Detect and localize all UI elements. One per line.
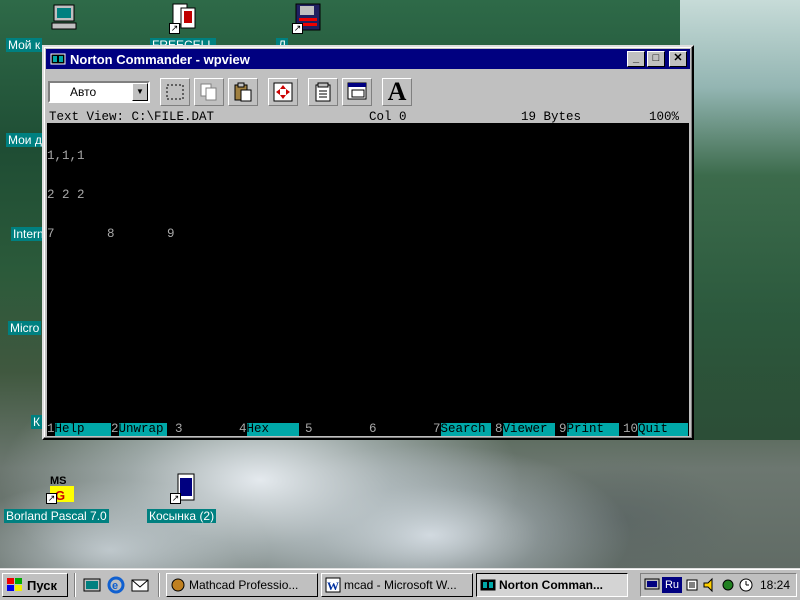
taskbar-separator (158, 573, 160, 597)
properties-button[interactable] (308, 78, 338, 106)
nc-app-icon (50, 51, 66, 67)
viewer-status-line: Text View: C:\FILE.DAT Col 0 19 Bytes 10… (47, 111, 689, 123)
svg-text:e: e (112, 580, 118, 592)
system-tray: Ru 18:24 (640, 573, 797, 597)
shortcut-arrow-icon: ↗ (169, 23, 180, 34)
window-background-icon (347, 82, 367, 100)
word-icon: W (325, 577, 341, 593)
minimize-button[interactable]: _ (627, 51, 645, 67)
language-indicator[interactable]: Ru (662, 577, 682, 593)
shortcut-arrow-icon: ↗ (292, 23, 303, 34)
shortcut-arrow-icon: ↗ (170, 493, 181, 504)
marquee-select-icon (166, 84, 184, 100)
fkey-unwrap[interactable]: 2Unwrap (111, 422, 167, 436)
task-label: mcad - Microsoft W... (344, 578, 457, 592)
show-desktop-icon[interactable] (82, 575, 102, 595)
wallpaper-tree (680, 0, 800, 440)
desktop-label-microsoft[interactable]: Micro (8, 321, 42, 335)
windows-logo-icon (7, 578, 22, 591)
desktop-label-my-docs[interactable]: Мои д (6, 133, 44, 147)
mathcad-icon (171, 578, 185, 592)
fkey-quit[interactable]: 10Quit (623, 422, 689, 436)
taskbar-clock[interactable]: 18:24 (760, 578, 790, 592)
full-screen-button[interactable] (268, 78, 298, 106)
font-button[interactable]: A (382, 77, 412, 106)
desktop-icon-my-computer[interactable] (24, 2, 104, 37)
copy-button[interactable] (194, 78, 224, 106)
full-screen-icon (273, 82, 293, 102)
tray-bug-icon[interactable] (720, 577, 736, 593)
cards-icon: ↗ (169, 2, 201, 34)
tray-network-icon[interactable] (684, 577, 700, 593)
computer-icon (48, 2, 80, 34)
status-mode: Text View: C:\FILE.DAT (49, 110, 215, 124)
copy-icon (200, 83, 217, 101)
start-label: Пуск (27, 577, 57, 593)
fkey-6[interactable]: 6 (369, 422, 427, 436)
status-column: Col 0 (369, 110, 407, 124)
properties-icon (315, 82, 331, 102)
desktop-label-k[interactable]: К (31, 415, 42, 429)
fkey-3[interactable]: 3 (175, 422, 239, 436)
desktop-label-my-computer[interactable]: Мой к (6, 38, 43, 52)
tray-speaker-icon[interactable] (702, 577, 718, 593)
select-button[interactable] (160, 78, 190, 106)
background-button[interactable] (342, 78, 372, 106)
fkey-print[interactable]: 9Print (559, 422, 619, 436)
task-norton-commander[interactable]: Norton Comman... (476, 573, 628, 597)
file-line: 7 8 9 (47, 227, 175, 241)
maximize-button[interactable]: □ (647, 51, 665, 67)
taskbar-separator (74, 573, 76, 597)
font-size-value: Авто (70, 85, 97, 99)
start-button[interactable]: Пуск (2, 573, 68, 597)
fkey-hex[interactable]: 4Hex (239, 422, 299, 436)
desktop-icon-solitaire[interactable]: ↗ (146, 472, 226, 507)
desktop-label-internet[interactable]: Intern (11, 227, 46, 241)
fkey-viewer[interactable]: 8Viewer (495, 422, 555, 436)
toolbar: Авто ▼ A (46, 74, 690, 110)
task-mathcad[interactable]: Mathcad Professio... (166, 573, 318, 597)
desktop-label-solitaire[interactable]: Косынка (2) (147, 509, 217, 523)
chevron-down-icon[interactable]: ▼ (132, 83, 148, 101)
font-size-combo[interactable]: Авто ▼ (48, 81, 150, 103)
norton-commander-window[interactable]: Norton Commander - wpview _ □ ✕ Авто ▼ A (42, 45, 694, 440)
status-size: 19 Bytes (521, 110, 582, 124)
tray-monitor-icon[interactable] (644, 577, 660, 593)
fkey-help[interactable]: 1Help (47, 422, 111, 436)
internet-explorer-icon[interactable]: e (106, 575, 126, 595)
task-word[interactable]: W mcad - Microsoft W... (321, 573, 473, 597)
close-button[interactable]: ✕ (669, 51, 687, 67)
task-label: Norton Comman... (499, 578, 603, 592)
window-title: Norton Commander - wpview (70, 51, 250, 67)
window-titlebar[interactable]: Norton Commander - wpview _ □ ✕ (46, 49, 690, 69)
paste-button[interactable] (228, 78, 258, 106)
solitaire-icon: ↗ (170, 472, 202, 504)
taskbar: Пуск e Mathcad Professio... W mcad - Mic… (0, 568, 800, 600)
fkey-search[interactable]: 7Search (433, 422, 491, 436)
tray-clock-icon[interactable] (738, 577, 754, 593)
svg-text:W: W (327, 579, 339, 593)
viewer-screen[interactable]: Text View: C:\FILE.DAT Col 0 19 Bytes 10… (47, 111, 689, 436)
file-line: 2 2 2 (47, 188, 85, 202)
floppy-flag-icon: ↗ (292, 2, 324, 34)
status-percent: 100% (649, 110, 680, 124)
nc-app-icon (480, 579, 496, 591)
fkey-5[interactable]: 5 (305, 422, 363, 436)
paste-icon (234, 82, 252, 102)
desktop-icon-floppy[interactable]: ↗ (268, 2, 348, 37)
task-label: Mathcad Professio... (189, 578, 299, 592)
file-line: 1,1,1 (47, 149, 85, 163)
desktop-icon-freecell[interactable]: ↗ (145, 2, 225, 37)
file-content: 1,1,1 2 2 2 7 8 9 (47, 124, 175, 267)
function-key-bar: 1Help 2Unwrap 3 4Hex 5 6 7Search 8Viewer… (47, 422, 689, 436)
outlook-express-icon[interactable] (130, 575, 150, 595)
